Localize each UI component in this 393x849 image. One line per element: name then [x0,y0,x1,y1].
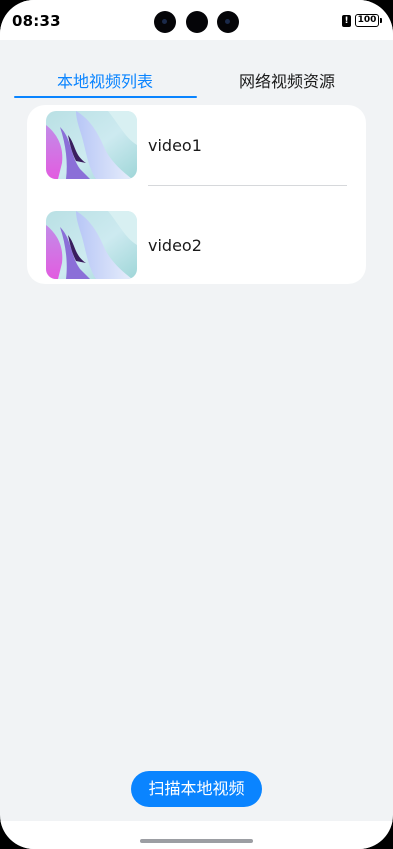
front-camera-icon [186,11,208,33]
status-indicators: ! 100 [342,14,382,27]
phone-screen: 08:33 ! 100 本地视频列表 网络视频资源 video1 video2 … [0,0,393,849]
tab-local-videos[interactable]: 本地视频列表 [57,68,153,92]
battery-icon: 100 [355,14,382,27]
list-divider [148,185,347,186]
video-title: video2 [148,236,202,255]
status-bar: 08:33 ! 100 [0,0,393,40]
active-tab-indicator [14,96,197,98]
home-indicator[interactable] [140,839,253,843]
video-list: video1 video2 [27,105,366,284]
alert-icon: ! [342,14,351,27]
status-time: 08:33 [12,12,61,30]
tab-bar: 本地视频列表 网络视频资源 [0,58,393,102]
video-thumbnail [46,111,137,179]
video-title: video1 [148,136,202,155]
camera-lens-icon [154,11,176,33]
bottom-navigation-bar [0,821,393,849]
camera-lens-icon [217,11,239,33]
video-thumbnail [46,211,137,279]
tab-network-videos[interactable]: 网络视频资源 [239,68,335,92]
scan-local-videos-button[interactable]: 扫描本地视频 [131,771,262,807]
video-list-item-1[interactable]: video1 [27,105,366,195]
video-list-item-2[interactable]: video2 [27,205,366,284]
